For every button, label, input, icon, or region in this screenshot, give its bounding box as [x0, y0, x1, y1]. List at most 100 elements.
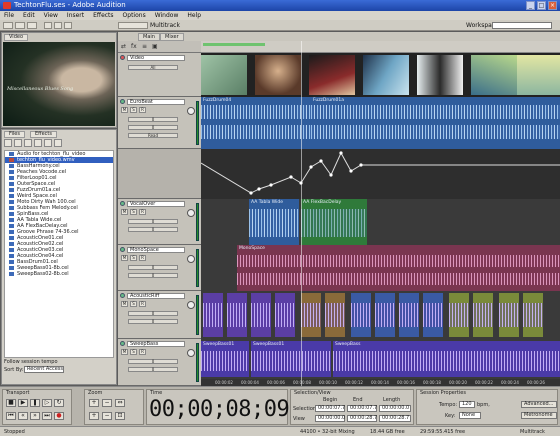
- view-begin-field[interactable]: 00:00:00.0: [315, 415, 345, 422]
- selection-length-field[interactable]: 00:00:00.0: [379, 405, 411, 412]
- fx-icon[interactable]: fx: [131, 43, 137, 50]
- loop-clip[interactable]: [449, 293, 469, 337]
- mute-button[interactable]: M: [121, 349, 128, 355]
- file-list-item[interactable]: SweepBass02-8b.cel: [5, 271, 113, 277]
- track-name[interactable]: MonoSpace: [127, 247, 185, 253]
- menu-effects[interactable]: Effects: [93, 11, 113, 20]
- tab-main[interactable]: Main: [138, 33, 160, 41]
- record-arm-button[interactable]: R: [139, 209, 146, 215]
- go-to-end-button[interactable]: ⏭: [42, 412, 52, 420]
- menu-insert[interactable]: Insert: [67, 11, 84, 20]
- video-track-sub[interactable]: All: [128, 65, 178, 70]
- mute-button[interactable]: M: [121, 255, 128, 261]
- cd-view-icon[interactable]: [27, 22, 37, 29]
- menu-help[interactable]: Help: [187, 11, 201, 20]
- menu-options[interactable]: Options: [123, 11, 146, 20]
- zoom-full-icon[interactable]: ⇔: [115, 399, 125, 407]
- play-file-icon[interactable]: [44, 139, 52, 147]
- loop-clip[interactable]: [227, 293, 247, 337]
- record-arm-button[interactable]: R: [139, 107, 146, 113]
- loop-clip[interactable]: [275, 293, 295, 337]
- go-to-start-button[interactable]: ⏮: [6, 412, 16, 420]
- metronome-button[interactable]: Metronome: [521, 412, 557, 419]
- close-file-icon[interactable]: [14, 139, 22, 147]
- track-pan[interactable]: 0: [128, 227, 178, 232]
- tempo-field[interactable]: 120: [459, 401, 475, 408]
- solo-button[interactable]: S: [130, 301, 137, 307]
- track-pan[interactable]: 0: [128, 367, 178, 372]
- loop-clip[interactable]: [473, 293, 493, 337]
- follow-tempo-label[interactable]: Follow session tempo: [4, 359, 58, 366]
- zoom-selection-icon[interactable]: ⊡: [115, 412, 125, 420]
- track-name[interactable]: VocalOver: [127, 201, 185, 207]
- tab-mixer[interactable]: Mixer: [160, 33, 184, 41]
- zoom-out-vertical-icon[interactable]: −: [102, 412, 112, 420]
- loop-file-icon[interactable]: [54, 139, 62, 147]
- volume-knob[interactable]: [187, 209, 195, 217]
- track-automation[interactable]: Read: [128, 133, 178, 138]
- timeline-ruler[interactable]: [201, 41, 560, 53]
- track-header-sweepbass[interactable]: SweepBass MSR 0 0: [118, 339, 201, 386]
- solo-button[interactable]: S: [130, 255, 137, 261]
- loop-clip[interactable]: [301, 293, 321, 337]
- track-volume[interactable]: 0: [128, 117, 178, 122]
- record-arm-button[interactable]: R: [139, 301, 146, 307]
- automation-envelope[interactable]: [201, 149, 560, 199]
- audio-clip[interactable]: AA FlexBacDelay: [301, 199, 367, 245]
- selection-end-field[interactable]: 00:00:07.7: [347, 405, 377, 412]
- volume-knob[interactable]: [187, 301, 195, 309]
- video-track-lane[interactable]: [201, 53, 560, 97]
- track-pan[interactable]: 0: [128, 319, 178, 324]
- multitrack-view-icon[interactable]: [15, 22, 25, 29]
- zoom-in-horizontal-icon[interactable]: +: [89, 399, 99, 407]
- edit-file-icon[interactable]: [24, 139, 32, 147]
- mute-button[interactable]: M: [121, 301, 128, 307]
- eq-icon[interactable]: ≡: [142, 43, 147, 50]
- video-track-name[interactable]: Video: [127, 55, 185, 61]
- tab-effects[interactable]: Effects: [30, 131, 57, 138]
- sends-icon[interactable]: ▣: [152, 43, 158, 50]
- track-volume[interactable]: 0: [128, 265, 178, 270]
- acousticriff-lane[interactable]: [201, 291, 560, 339]
- playhead[interactable]: [301, 41, 302, 386]
- view-end-field[interactable]: 00:00:28.7: [347, 415, 377, 422]
- menu-window[interactable]: Window: [155, 11, 179, 20]
- io-icon[interactable]: ⇄: [121, 43, 126, 50]
- loop-clip[interactable]: [375, 293, 395, 337]
- fast-forward-button[interactable]: »: [30, 412, 40, 420]
- track-name[interactable]: EuroBeat: [127, 99, 185, 105]
- menu-view[interactable]: View: [44, 11, 58, 20]
- volume-knob[interactable]: [187, 349, 195, 357]
- rewind-button[interactable]: «: [18, 412, 28, 420]
- track-volume[interactable]: 0: [128, 359, 178, 364]
- audio-clip[interactable]: FuzzDrum04: [201, 97, 311, 149]
- audio-clip[interactable]: SweepBass: [333, 341, 560, 377]
- loop-clip[interactable]: [325, 293, 345, 337]
- zoom-out-horizontal-icon[interactable]: −: [102, 399, 112, 407]
- audio-clip[interactable]: SweepBass01: [201, 341, 249, 377]
- audio-clip[interactable]: SweepBass01: [251, 341, 331, 377]
- track-volume[interactable]: 0: [128, 311, 178, 316]
- loop-clip[interactable]: [523, 293, 543, 337]
- solo-button[interactable]: S: [130, 107, 137, 113]
- volume-knob[interactable]: [187, 255, 195, 263]
- audio-clip[interactable]: MonoSpace: [237, 245, 560, 291]
- loop-clip[interactable]: [399, 293, 419, 337]
- advanced-button[interactable]: Advanced...: [521, 401, 557, 408]
- maximize-button[interactable]: □: [537, 1, 546, 10]
- audio-clip[interactable]: FuzzDrum01a: [311, 97, 560, 149]
- play-button[interactable]: ▶: [18, 399, 28, 407]
- track-name[interactable]: SweepBass: [127, 341, 185, 347]
- key-select[interactable]: None: [459, 412, 481, 419]
- track-pan[interactable]: 0: [128, 125, 178, 130]
- insert-into-multitrack-icon[interactable]: [34, 139, 42, 147]
- loop-clip[interactable]: [499, 293, 519, 337]
- play-to-end-button[interactable]: ▷: [42, 399, 52, 407]
- menu-edit[interactable]: Edit: [23, 11, 35, 20]
- zoom-in-vertical-icon[interactable]: +: [89, 412, 99, 420]
- selection-begin-field[interactable]: 00:00:07.7: [315, 405, 345, 412]
- track-header-vocalover[interactable]: VocalOver MSR 0 0: [118, 199, 201, 245]
- view-length-field[interactable]: 00:00:28.7: [379, 415, 411, 422]
- loop-button[interactable]: ↻: [54, 399, 64, 407]
- pause-button[interactable]: ❚: [30, 399, 40, 407]
